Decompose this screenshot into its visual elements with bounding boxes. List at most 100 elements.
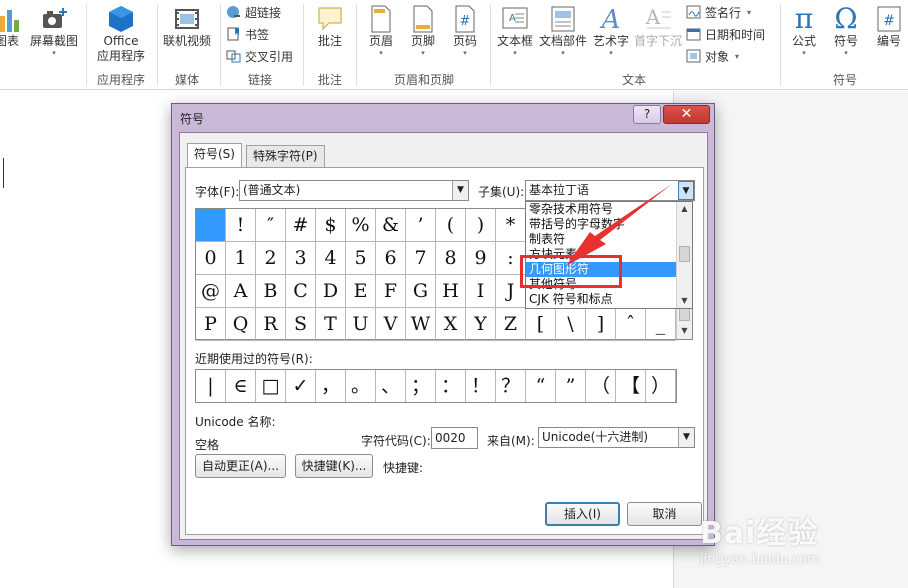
scroll-down-icon[interactable]: ▼ (677, 323, 692, 339)
recent-symbol-cell[interactable]: （ (586, 370, 616, 402)
symbol-cell[interactable]: B (256, 275, 286, 308)
symbol-cell[interactable]: ( (436, 209, 466, 242)
symbol-cell[interactable]: T (316, 308, 346, 341)
symbol-cell[interactable]: * (496, 209, 526, 242)
recent-symbol-cell[interactable]: ” (556, 370, 586, 402)
chart-button[interactable]: 图表 (0, 4, 22, 49)
office-apps-button[interactable]: Office 应用程序 (90, 4, 152, 64)
symbol-cell[interactable]: @ (196, 275, 226, 308)
recent-symbol-cell[interactable]: 【 (616, 370, 646, 402)
symbol-cell[interactable]: 6 (376, 242, 406, 275)
header-button[interactable]: 页眉 ▾ (360, 4, 402, 57)
recent-symbol-cell[interactable]: ， (316, 370, 346, 402)
symbol-cell[interactable]: R (256, 308, 286, 341)
quick-parts-button[interactable]: 文档部件 ▾ (537, 4, 589, 57)
symbol-cell[interactable]: ˆ (616, 308, 646, 341)
symbol-cell[interactable]: V (376, 308, 406, 341)
recent-symbol-cell[interactable]: 、 (376, 370, 406, 402)
signature-line-button[interactable]: 签名行 ▾ (686, 2, 751, 22)
symbol-cell[interactable]: P (196, 308, 226, 341)
recent-symbol-cell[interactable]: □ (256, 370, 286, 402)
recent-symbol-cell[interactable]: ； (406, 370, 436, 402)
scroll-thumb[interactable] (679, 246, 690, 262)
chevron-down-icon[interactable]: ▼ (678, 181, 694, 200)
symbol-cell[interactable]: H (436, 275, 466, 308)
subset-select[interactable]: 基本拉丁语 ▼ (525, 180, 695, 201)
shortcut-key-button[interactable]: 快捷键(K)... (295, 454, 373, 478)
symbol-cell[interactable]: ) (466, 209, 496, 242)
symbol-cell[interactable]: S (286, 308, 316, 341)
symbol-cell[interactable]: Q (226, 308, 256, 341)
char-code-input[interactable]: 0020 (431, 427, 478, 449)
comment-button[interactable]: 批注 (308, 4, 352, 49)
symbol-cell[interactable]: 1 (226, 242, 256, 275)
symbol-cell[interactable]: W (406, 308, 436, 341)
symbol-button[interactable]: Ω 符号 ▾ (826, 0, 866, 57)
symbol-cell[interactable]: ] (586, 308, 616, 341)
symbol-cell[interactable]: A (226, 275, 256, 308)
symbol-cell[interactable]: _ (646, 308, 676, 341)
symbol-cell[interactable]: 2 (256, 242, 286, 275)
subset-option[interactable]: CJK 符号和标点 (526, 292, 676, 307)
symbol-cell[interactable]: ! (226, 209, 256, 242)
chevron-down-icon[interactable]: ▼ (678, 428, 694, 447)
recent-symbol-cell[interactable]: ） (646, 370, 676, 402)
symbol-cell[interactable]: 3 (286, 242, 316, 275)
symbol-cell[interactable]: \ (556, 308, 586, 341)
symbol-cell[interactable]: 9 (466, 242, 496, 275)
recent-symbol-cell[interactable]: 。 (346, 370, 376, 402)
symbol-cell[interactable]: $ (316, 209, 346, 242)
footer-button[interactable]: 页脚 ▾ (402, 4, 444, 57)
symbol-cell[interactable]: G (406, 275, 436, 308)
close-button[interactable]: ✕ (663, 105, 710, 124)
bookmark-button[interactable]: 书签 (226, 24, 269, 44)
chevron-down-icon[interactable]: ▼ (452, 181, 468, 200)
online-video-button[interactable]: 联机视频 (160, 4, 214, 49)
scroll-down-icon[interactable]: ▼ (677, 294, 692, 308)
symbol-cell[interactable]: C (286, 275, 316, 308)
autocorrect-button[interactable]: 自动更正(A)... (195, 454, 286, 478)
recent-symbol-cell[interactable]: ？ (496, 370, 526, 402)
subset-option[interactable]: 零杂技术用符号 (526, 202, 676, 217)
cancel-button[interactable]: 取消 (627, 502, 702, 526)
symbol-cell[interactable]: 7 (406, 242, 436, 275)
symbol-cell[interactable]: E (346, 275, 376, 308)
symbol-cell[interactable]: & (376, 209, 406, 242)
hyperlink-button[interactable]: 超链接 (226, 2, 281, 22)
recent-symbol-cell[interactable]: “ (526, 370, 556, 402)
scroll-up-icon[interactable]: ▲ (677, 202, 692, 216)
date-time-button[interactable]: 日期和时间 (686, 24, 765, 44)
symbol-cell[interactable]: X (436, 308, 466, 341)
equation-button[interactable]: π 公式 ▾ (784, 0, 824, 57)
symbol-cell[interactable]: [ (526, 308, 556, 341)
cross-reference-button[interactable]: 交叉引用 (226, 46, 293, 66)
symbol-cell[interactable]: % (346, 209, 376, 242)
symbol-cell[interactable]: Y (466, 308, 496, 341)
symbol-cell[interactable]: ″ (256, 209, 286, 242)
font-select[interactable]: (普通文本) ▼ (239, 180, 469, 201)
drop-cap-button[interactable]: A 首字下沉 (632, 4, 684, 49)
tab-symbols[interactable]: 符号(S) (187, 143, 242, 168)
symbol-cell[interactable]: # (286, 209, 316, 242)
symbol-cell[interactable]: 0 (196, 242, 226, 275)
recent-symbol-cell[interactable]: | (196, 370, 226, 402)
recent-symbol-cell[interactable]: ！ (466, 370, 496, 402)
subset-list-scrollbar[interactable]: ▲ ▼ (676, 202, 692, 308)
symbol-cell[interactable]: D (316, 275, 346, 308)
symbol-cell[interactable] (196, 209, 226, 242)
wordart-button[interactable]: A 艺术字 ▾ (590, 4, 632, 57)
number-button[interactable]: # 编号 (870, 4, 908, 49)
recent-symbol-cell[interactable]: ： (436, 370, 466, 402)
screenshot-button[interactable]: 屏幕截图 ▾ (27, 4, 81, 57)
symbol-cell[interactable]: I (466, 275, 496, 308)
symbol-cell[interactable]: U (346, 308, 376, 341)
tab-special-characters[interactable]: 特殊字符(P) (246, 145, 325, 167)
page-number-button[interactable]: # 页码 ▾ (444, 4, 486, 57)
symbol-cell[interactable]: 5 (346, 242, 376, 275)
symbol-cell[interactable]: Z (496, 308, 526, 341)
symbol-cell[interactable]: 4 (316, 242, 346, 275)
from-select[interactable]: Unicode(十六进制) ▼ (538, 427, 695, 448)
object-button[interactable]: 对象 ▾ (686, 46, 739, 66)
symbol-cell[interactable]: 8 (436, 242, 466, 275)
symbol-cell[interactable]: ’ (406, 209, 436, 242)
